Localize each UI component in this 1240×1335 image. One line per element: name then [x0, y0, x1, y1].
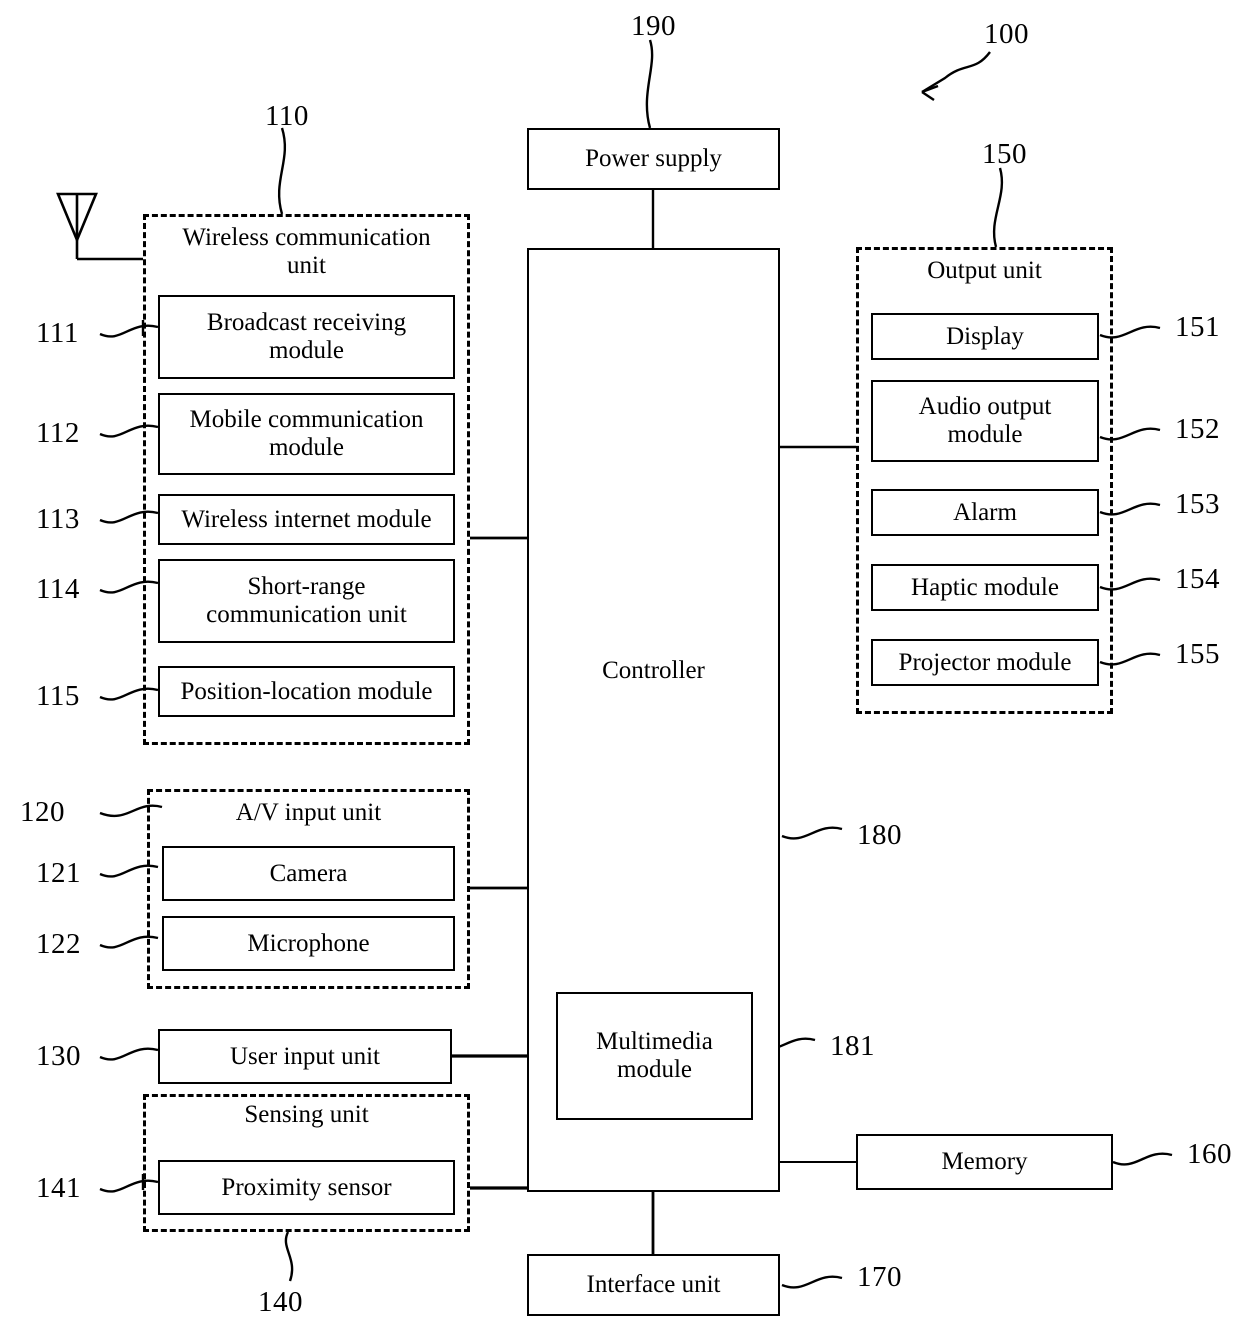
ref-114: 114	[36, 573, 80, 605]
ref-180: 180	[857, 819, 902, 851]
projector-module-block[interactable]: Projector module	[871, 639, 1099, 686]
power-supply-label: Power supply	[585, 145, 722, 172]
ref-121: 121	[36, 857, 81, 889]
ref-141: 141	[36, 1172, 81, 1204]
short-range-communication-unit-block[interactable]: Short-range communication unit	[158, 559, 455, 643]
camera-block[interactable]: Camera	[162, 846, 455, 901]
haptic-module-label: Haptic module	[911, 573, 1059, 601]
position-location-module-label: Position-location module	[180, 677, 433, 705]
antenna-icon	[56, 192, 143, 261]
short-range-communication-unit-label: Short-range communication unit	[206, 573, 407, 628]
user-input-unit-block[interactable]: User input unit	[158, 1029, 452, 1084]
broadcast-receiving-module-block[interactable]: Broadcast receiving module	[158, 295, 455, 379]
ref-111: 111	[36, 317, 79, 349]
haptic-module-block[interactable]: Haptic module	[871, 564, 1099, 611]
wireless-internet-module-block[interactable]: Wireless internet module	[158, 494, 455, 545]
ref-110: 110	[265, 100, 309, 132]
alarm-label: Alarm	[953, 498, 1017, 526]
ref-153: 153	[1175, 488, 1220, 520]
av-input-unit-title: A/V input unit	[235, 799, 382, 826]
ref-160: 160	[1187, 1138, 1232, 1170]
position-location-module-block[interactable]: Position-location module	[158, 666, 455, 717]
memory-block[interactable]: Memory	[856, 1134, 1113, 1190]
controller-label: Controller	[602, 657, 705, 684]
ref-150: 150	[982, 138, 1027, 170]
ref-130: 130	[36, 1040, 81, 1072]
mobile-communication-module-block[interactable]: Mobile communication module	[158, 393, 455, 475]
ref-115: 115	[36, 680, 80, 712]
display-block[interactable]: Display	[871, 313, 1099, 360]
ref-100: 100	[984, 18, 1029, 50]
ref-181: 181	[830, 1030, 875, 1062]
user-input-unit-label: User input unit	[230, 1042, 380, 1070]
ref-112: 112	[36, 417, 80, 449]
broadcast-receiving-module-label: Broadcast receiving module	[206, 309, 407, 364]
ref-154: 154	[1175, 563, 1220, 595]
wireless-communication-unit-title: Wireless communication unit	[182, 224, 431, 279]
ref-170: 170	[857, 1261, 902, 1293]
camera-label: Camera	[269, 859, 348, 887]
ref-155: 155	[1175, 638, 1220, 670]
sensing-unit-title: Sensing unit	[244, 1101, 369, 1128]
multimedia-module-block[interactable]: Multimedia module	[556, 992, 753, 1120]
audio-output-module-block[interactable]: Audio output module	[871, 380, 1099, 462]
ref-140: 140	[258, 1286, 303, 1318]
multimedia-module-label: Multimedia module	[596, 1028, 713, 1083]
microphone-block[interactable]: Microphone	[162, 916, 455, 971]
interface-unit-block[interactable]: Interface unit	[527, 1254, 780, 1316]
output-unit-title: Output unit	[927, 257, 1042, 284]
ref-120: 120	[20, 796, 65, 828]
patent-figure-canvas: 190 100 110 150 111 112 113 114 115 120 …	[0, 0, 1240, 1335]
audio-output-module-label: Audio output module	[918, 393, 1052, 448]
ref-151: 151	[1175, 311, 1220, 343]
ref-152: 152	[1175, 413, 1220, 445]
alarm-block[interactable]: Alarm	[871, 489, 1099, 536]
proximity-sensor-block[interactable]: Proximity sensor	[158, 1160, 455, 1215]
display-label: Display	[946, 322, 1024, 350]
ref-190: 190	[631, 10, 676, 42]
microphone-label: Microphone	[247, 929, 370, 957]
ref-113: 113	[36, 503, 80, 535]
interface-unit-label: Interface unit	[586, 1271, 721, 1298]
wireless-internet-module-label: Wireless internet module	[181, 505, 432, 533]
mobile-communication-module-label: Mobile communication module	[189, 406, 424, 461]
power-supply-block[interactable]: Power supply	[527, 128, 780, 190]
ref-122: 122	[36, 928, 81, 960]
projector-module-label: Projector module	[898, 648, 1072, 676]
proximity-sensor-label: Proximity sensor	[221, 1173, 392, 1201]
memory-label: Memory	[941, 1148, 1028, 1175]
